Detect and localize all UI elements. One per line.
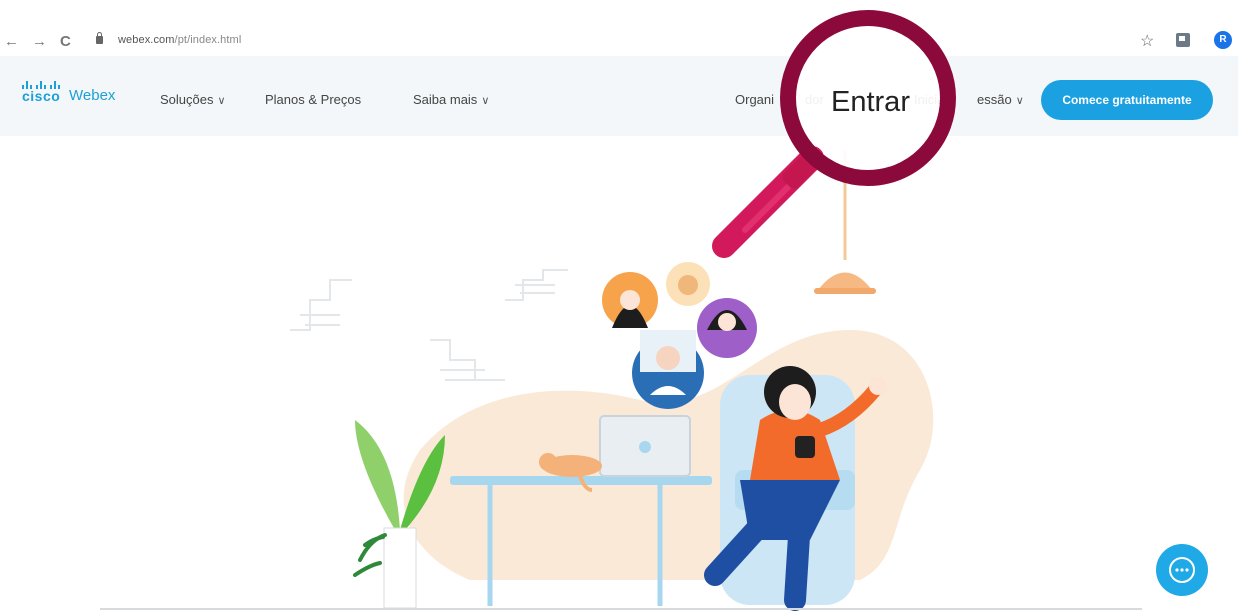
magnified-entrar-label[interactable]: Entrar <box>831 86 910 119</box>
menu-iniciar-sessao-end[interactable]: essão ∨ <box>977 92 1024 107</box>
extension-icon[interactable] <box>1176 33 1190 47</box>
chevron-down-icon: ∨ <box>217 95 226 107</box>
chevron-down-icon: ∨ <box>481 95 490 107</box>
lock-icon <box>96 32 103 44</box>
back-icon[interactable]: ← <box>4 34 19 50</box>
hero-illustration <box>290 150 934 611</box>
menu-iniciar-sessao-start[interactable]: Iniciar <box>914 92 949 107</box>
chat-button[interactable] <box>1156 544 1208 596</box>
logo-cisco-text: cisco <box>22 88 61 104</box>
floor-line <box>100 608 1142 610</box>
lamp <box>818 272 872 290</box>
address-bar[interactable]: webex.com/pt/index.html <box>92 28 1132 54</box>
site-header: cisco Webex Soluções ∨ Planos & Preços Sa… <box>0 56 1238 136</box>
menu-solucoes[interactable]: Soluções ∨ <box>160 92 226 107</box>
url-text: webex.com/pt/index.html <box>118 34 242 46</box>
chat-bubble-icon <box>1169 557 1195 583</box>
menu-organizador-start[interactable]: Organi <box>735 92 774 107</box>
logo-webex-text: Webex <box>69 87 116 104</box>
forward-icon[interactable]: → <box>32 34 47 50</box>
browser-toolbar: ← → C webex.com/pt/index.html ☆ R <box>0 0 1238 56</box>
menu-organizador-end[interactable]: dor <box>805 92 824 107</box>
bookmark-star-icon[interactable]: ☆ <box>1140 31 1154 51</box>
reload-icon[interactable]: C <box>60 34 71 50</box>
menu-planos-precos[interactable]: Planos & Preços <box>265 92 361 107</box>
menu-saiba-mais[interactable]: Saiba mais ∨ <box>413 92 489 107</box>
start-free-button[interactable]: Comece gratuitamente <box>1041 80 1213 120</box>
chevron-down-icon: ∨ <box>1015 95 1024 107</box>
profile-avatar[interactable]: R <box>1214 31 1232 49</box>
background-doodles <box>290 269 568 381</box>
